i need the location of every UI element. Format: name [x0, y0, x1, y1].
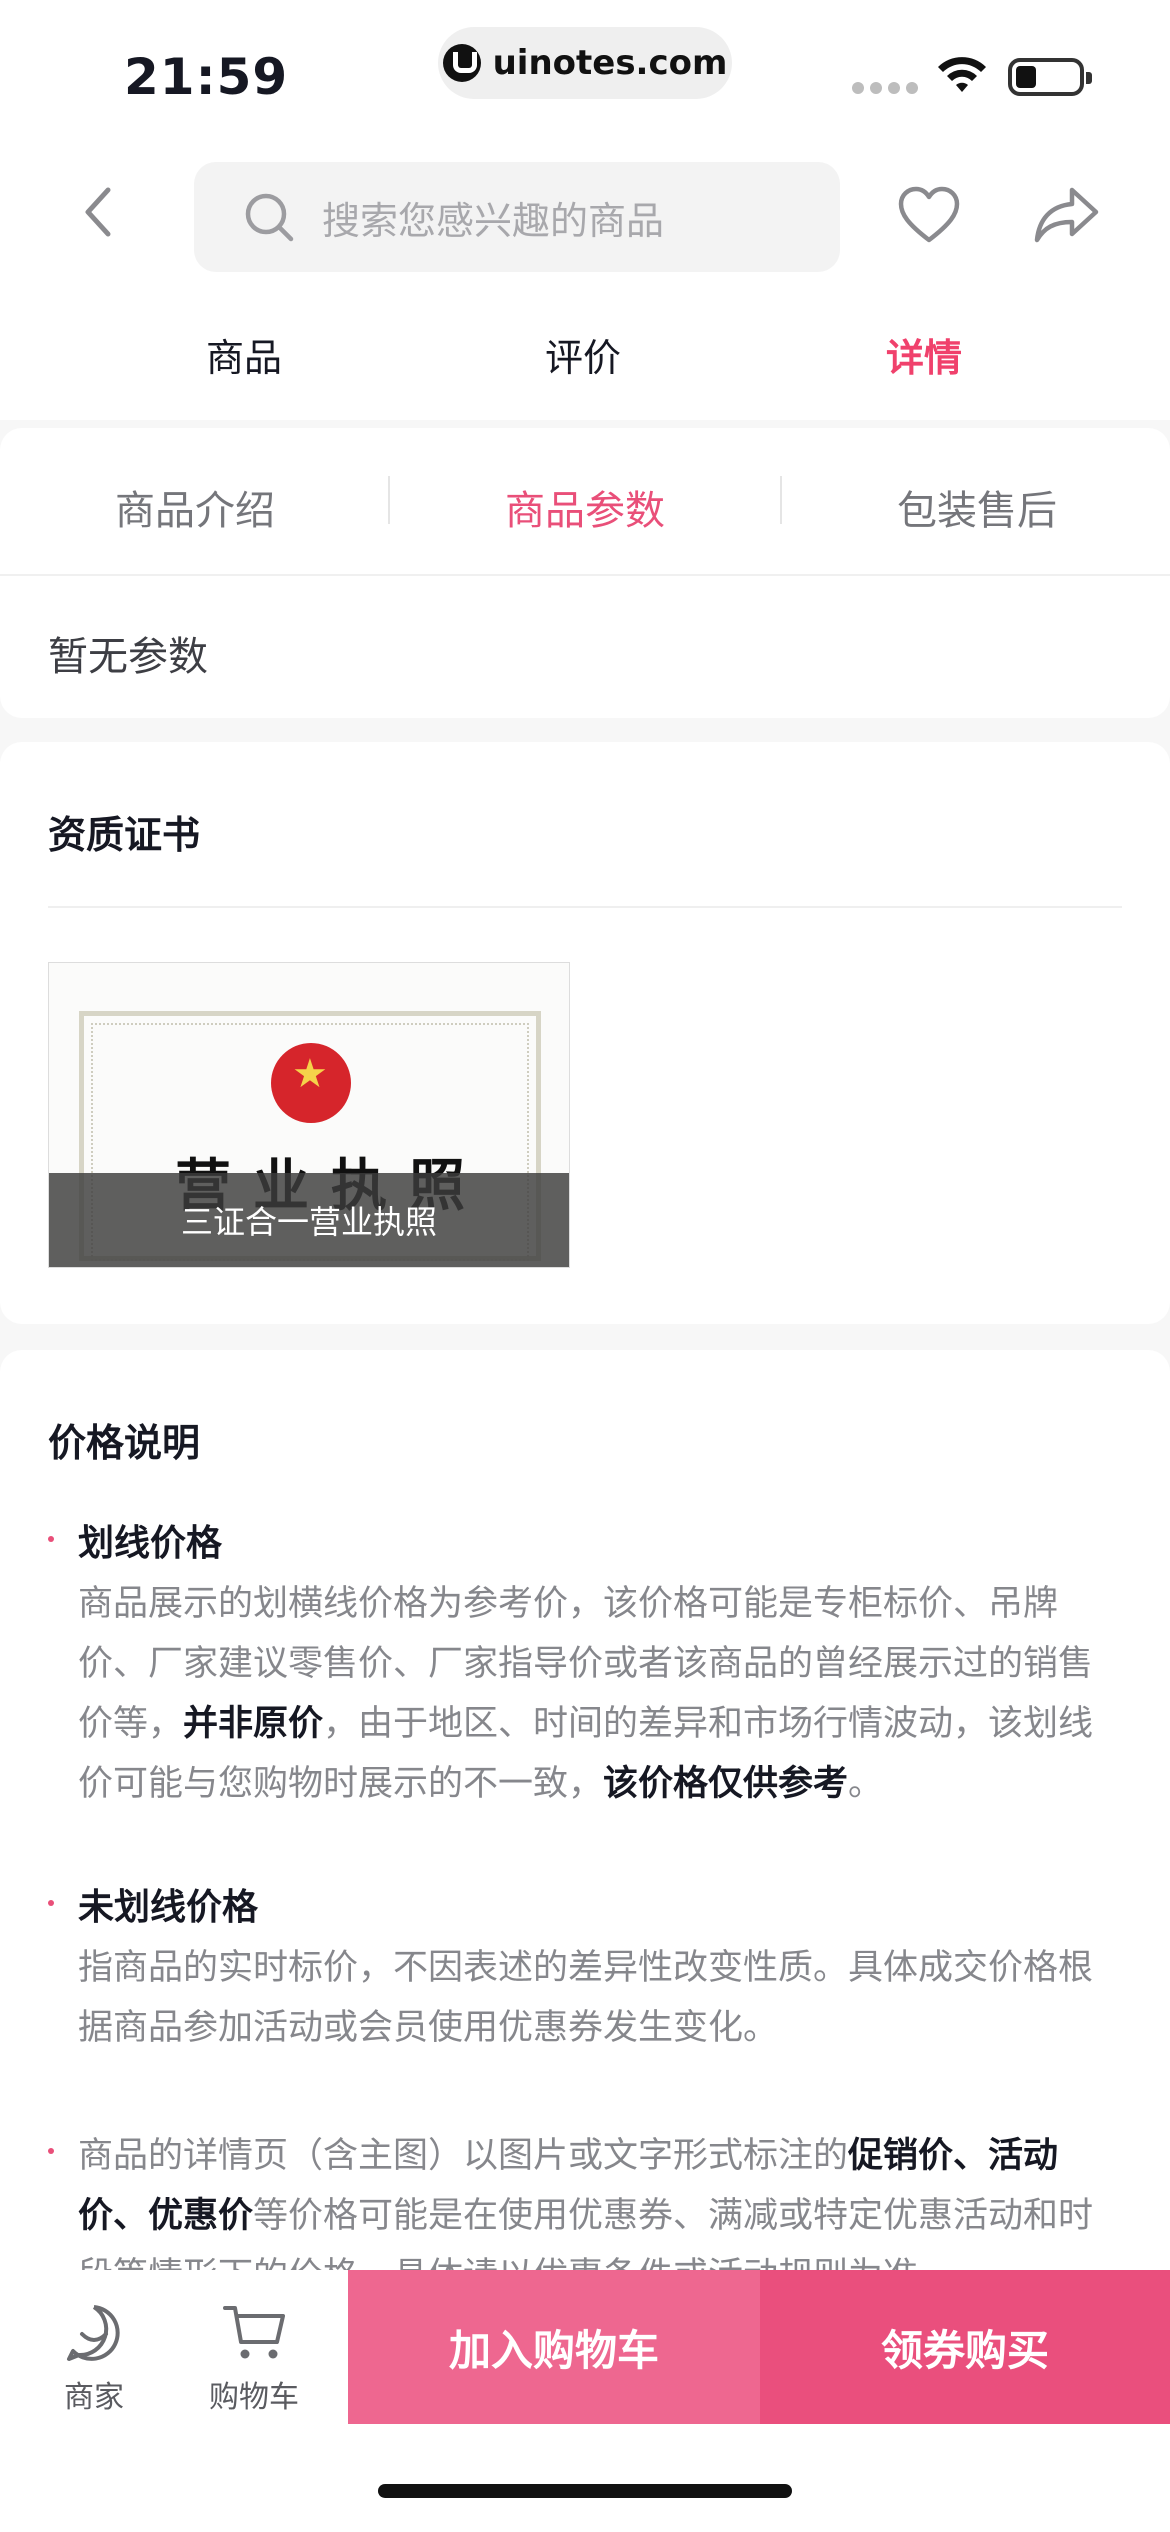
add-to-cart-button[interactable]: 加入购物车 — [348, 2270, 760, 2424]
params-empty-text: 暂无参数 — [48, 634, 208, 680]
shop-button[interactable]: 商家 — [52, 2302, 136, 2416]
bullet-dot — [48, 1900, 54, 1906]
status-bar: 21:59 uinotes.com — [0, 0, 1170, 140]
price-item-title: 划线价格 — [78, 1523, 223, 1564]
search-placeholder: 搜索您感兴趣的商品 — [322, 198, 665, 243]
heart-icon[interactable] — [896, 184, 962, 246]
share-icon[interactable] — [1032, 184, 1102, 246]
price-item-strikethrough: 划线价格 商品展示的划横线价格为参考价，该价格可能是专柜标价、吊牌价、厂家建议零… — [48, 1514, 1120, 1814]
battery-icon — [1008, 58, 1092, 96]
subtab-intro[interactable]: 商品介绍 — [115, 478, 275, 536]
coupon-buy-button[interactable]: 领券购买 — [760, 2270, 1170, 2424]
nav-bar: 搜索您感兴趣的商品 — [0, 140, 1170, 285]
business-license-image[interactable]: 营业执照 三证合一营业执照 — [48, 962, 570, 1268]
subtab-params[interactable]: 商品参数 — [505, 478, 665, 536]
subtab-after-sales[interactable]: 包装售后 — [897, 478, 1057, 536]
signal-icon — [852, 82, 918, 94]
detail-subtabs: 商品介绍 商品参数 包装售后 — [0, 428, 1170, 576]
search-icon — [245, 193, 294, 242]
search-input[interactable]: 搜索您感兴趣的商品 — [194, 162, 840, 272]
uinotes-logo-icon — [442, 44, 481, 82]
tab-goods[interactable]: 商品 — [206, 327, 282, 382]
bullet-dot — [48, 2148, 54, 2154]
tab-reviews[interactable]: 评价 — [545, 327, 621, 382]
price-item-non-strikethrough: 未划线价格 指商品的实时标价，不因表述的差异性改变性质。具体成交价格根据商品参加… — [48, 1878, 1120, 2058]
tab-details[interactable]: 详情 — [886, 327, 962, 382]
divider — [48, 906, 1122, 908]
price-item-body: 指商品的实时标价，不因表述的差异性改变性质。具体成交价格根据商品参加活动或会员使… — [78, 1948, 1094, 2048]
bullet-dot — [48, 1536, 54, 1542]
subtab-separator — [388, 476, 390, 524]
status-time: 21:59 — [124, 48, 289, 106]
national-emblem-icon — [271, 1043, 351, 1123]
home-indicator — [378, 2484, 792, 2498]
certificate-caption: 三证合一营业执照 — [180, 1203, 437, 1241]
url-text: uinotes.com — [492, 43, 728, 83]
cart-button[interactable]: 购物车 — [206, 2302, 302, 2416]
top-tabs: 商品 评价 详情 — [0, 285, 1170, 420]
price-item-title: 未划线价格 — [78, 1887, 259, 1928]
wifi-icon — [938, 57, 986, 92]
shop-smile-icon — [67, 2305, 120, 2361]
certificates-title: 资质证书 — [48, 813, 201, 857]
back-icon[interactable] — [70, 182, 130, 242]
price-info-title: 价格说明 — [48, 1421, 201, 1465]
price-info-card: 价格说明 划线价格 商品展示的划横线价格为参考价，该价格可能是专柜标价、吊牌价、… — [0, 1350, 1170, 2350]
cart-label: 购物车 — [209, 2380, 299, 2415]
shopping-cart-icon — [223, 2306, 285, 2359]
certificates-card: 资质证书 营业执照 三证合一营业执照 — [0, 742, 1170, 1324]
params-card: 商品介绍 商品参数 包装售后 暂无参数 — [0, 428, 1170, 718]
shop-label: 商家 — [64, 2380, 124, 2415]
price-item-body: 商品展示的划横线价格为参考价，该价格可能是专柜标价、吊牌价、厂家建议零售价、厂家… — [78, 1584, 1094, 1804]
subtab-separator — [780, 476, 782, 524]
url-pill: uinotes.com — [438, 27, 732, 99]
